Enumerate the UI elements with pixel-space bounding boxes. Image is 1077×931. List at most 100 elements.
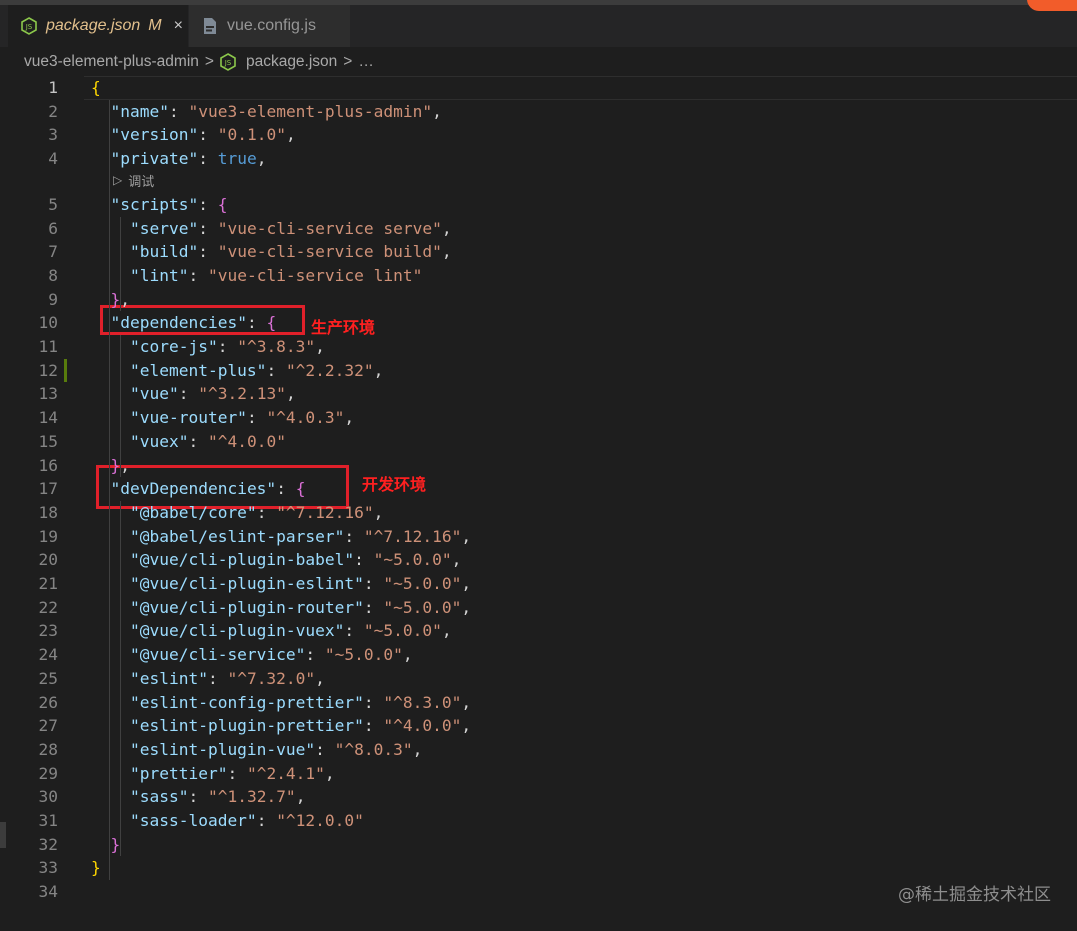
code-token: "^8.3.0"	[383, 692, 462, 712]
code-line[interactable]: 23 "@vue/cli-plugin-vuex": "~5.0.0",	[0, 619, 1077, 643]
code-line[interactable]: 17 "devDependencies": {	[0, 477, 1077, 501]
code-line[interactable]: 8 "lint": "vue-cli-service lint"	[0, 264, 1077, 288]
code-token: :	[168, 101, 189, 121]
code-line[interactable]: 24 "@vue/cli-service": "~5.0.0",	[0, 643, 1077, 667]
code-token: "@vue/cli-plugin-eslint"	[129, 574, 364, 593]
code-line[interactable]: 16 },	[0, 454, 1077, 478]
code-token: "^2.4.1"	[246, 763, 325, 783]
breadcrumb-more[interactable]: …	[358, 53, 374, 71]
code-line[interactable]: 30 "sass": "^1.32.7",	[0, 785, 1077, 809]
line-number: 3	[48, 125, 58, 145]
line-number: 14	[38, 408, 59, 428]
code-text: "dependencies": {	[91, 311, 277, 335]
code-line[interactable]: 9 },	[0, 288, 1077, 312]
code-token: :	[178, 384, 199, 404]
code-text: "eslint-plugin-prettier": "^4.0.0",	[91, 714, 471, 738]
code-token: :	[198, 149, 218, 169]
code-line[interactable]: 1{	[0, 76, 1077, 100]
code-text: "@babel/core": "^7.12.16",	[91, 501, 383, 525]
code-text: "sass-loader": "^12.0.0"	[91, 809, 364, 833]
line-number: 19	[38, 526, 59, 546]
chevron-right-icon: >	[343, 53, 353, 70]
code-line[interactable]: 31 "sass-loader": "^12.0.0"	[0, 809, 1077, 833]
code-token: :	[198, 218, 218, 238]
code-text: },	[91, 288, 131, 312]
code-token: ,	[461, 526, 472, 546]
code-token: "vue3-element-plus-admin"	[188, 101, 433, 121]
code-line[interactable]: 12 "element-plus": "^2.2.32",	[0, 359, 1077, 383]
watermark: @稀土掘金技术社区	[898, 885, 1051, 905]
line-number: 28	[38, 739, 59, 759]
code-text: "scripts": {	[91, 193, 228, 217]
code-line[interactable]: 13 "vue": "^3.2.13",	[0, 382, 1077, 406]
code-line[interactable]: 32 }	[0, 833, 1077, 857]
code-line[interactable]: 3 "version": "0.1.0",	[0, 123, 1077, 147]
code-editor[interactable]: ▷ 调试 生产环境 开发环境 1{2 "name": "vue3-element…	[0, 76, 1077, 931]
code-token: :	[266, 360, 286, 380]
code-token: ,	[412, 739, 423, 759]
codelens-debug[interactable]: ▷ 调试	[113, 170, 154, 190]
code-token: "@babel/eslint-parser"	[129, 526, 345, 546]
breadcrumb-folder[interactable]: vue3-element-plus-admin	[24, 53, 199, 71]
code-text: "private": true,	[91, 147, 267, 171]
code-text: "@vue/cli-plugin-vuex": "~5.0.0",	[91, 619, 452, 643]
code-line[interactable]: 14 "vue-router": "^4.0.3",	[0, 406, 1077, 430]
code-token: "~5.0.0"	[383, 574, 462, 593]
tab-vue-config-js[interactable]: vue.config.js	[188, 5, 350, 47]
code-line[interactable]: 15 "vuex": "^4.0.0"	[0, 430, 1077, 454]
code-line[interactable]: 20 "@vue/cli-plugin-babel": "~5.0.0",	[0, 548, 1077, 572]
code-line[interactable]: 11 "core-js": "^3.8.3",	[0, 335, 1077, 359]
line-number: 30	[38, 787, 59, 807]
line-number: 22	[38, 597, 59, 617]
code-token: "vue"	[129, 384, 179, 404]
code-line[interactable]: 25 "eslint": "^7.32.0",	[0, 667, 1077, 691]
code-token: "vue-router"	[129, 408, 247, 428]
tab-package-json[interactable]: JS package.json M ×	[8, 5, 188, 47]
code-line[interactable]: 18 "@babel/core": "^7.12.16",	[0, 501, 1077, 525]
code-token: :	[188, 265, 208, 285]
breadcrumb-file[interactable]: package.json	[246, 53, 337, 71]
code-line[interactable]: 28 "eslint-plugin-vue": "^8.0.3",	[0, 738, 1077, 762]
code-token: ,	[432, 101, 442, 121]
code-token: {	[295, 479, 306, 499]
code-line[interactable]: 2 "name": "vue3-element-plus-admin",	[0, 100, 1077, 124]
code-token: "dependencies"	[110, 313, 247, 333]
nodejs-icon: JS	[220, 53, 238, 71]
code-line[interactable]: 5 "scripts": {	[0, 193, 1077, 217]
code-line[interactable]: 27 "eslint-plugin-prettier": "^4.0.0",	[0, 714, 1077, 738]
code-line[interactable]: 29 "prettier": "^2.4.1",	[0, 762, 1077, 786]
code-token: :	[315, 739, 335, 759]
code-line[interactable]: 21 "@vue/cli-plugin-eslint": "~5.0.0",	[0, 572, 1077, 596]
code-token: :	[363, 574, 384, 593]
code-line[interactable]: 22 "@vue/cli-plugin-router": "~5.0.0",	[0, 596, 1077, 620]
editor-tab-bar: JS package.json M × vue.config.js	[0, 0, 1077, 47]
code-token: "^12.0.0"	[276, 811, 364, 830]
line-number: 17	[38, 479, 59, 499]
code-token: "vue-cli-service build"	[217, 242, 442, 262]
code-token: "build"	[129, 242, 199, 262]
close-icon[interactable]: ×	[174, 17, 183, 35]
code-token: "@babel/core"	[129, 502, 257, 522]
code-line[interactable]: 19 "@babel/eslint-parser": "^7.12.16",	[0, 525, 1077, 549]
code-text: "sass": "^1.32.7",	[91, 785, 305, 809]
code-line[interactable]: 26 "eslint-config-prettier": "^8.3.0",	[0, 691, 1077, 715]
decorative-corner-mark	[1027, 0, 1077, 11]
code-line[interactable]: 10 "dependencies": {	[0, 311, 1077, 335]
code-token: "~5.0.0"	[373, 550, 452, 570]
code-token: "core-js"	[129, 337, 218, 356]
line-number: 26	[38, 692, 59, 712]
code-token: {	[217, 194, 228, 214]
code-line[interactable]: 6 "serve": "vue-cli-service serve",	[0, 217, 1077, 241]
js-file-icon	[201, 17, 219, 35]
code-line[interactable]: 4 "private": true,	[0, 147, 1077, 171]
code-line[interactable]: 7 "build": "vue-cli-service build",	[0, 240, 1077, 264]
code-line[interactable]: 33}	[0, 856, 1077, 880]
